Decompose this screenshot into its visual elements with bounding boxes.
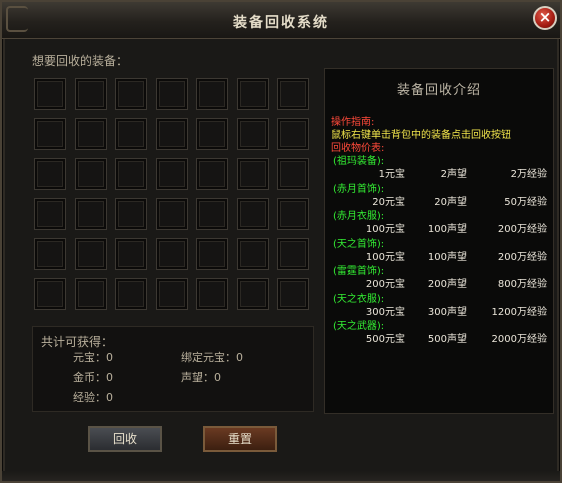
total-yuanbao: 元宝：0: [73, 349, 113, 365]
total-obtain-title: 共计可获得：: [41, 335, 114, 349]
equipment-slot[interactable]: [75, 78, 107, 110]
equipment-slot[interactable]: [156, 198, 188, 230]
price-yuanbao: 100元宝: [365, 224, 405, 235]
total-bound-yuanbao-label: 绑定元宝：: [181, 351, 236, 364]
price-yuanbao: 20元宝: [372, 196, 405, 208]
equipment-slot[interactable]: [75, 158, 107, 190]
equipment-slot[interactable]: [75, 118, 107, 150]
close-icon[interactable]: ×: [533, 6, 557, 30]
window-title: 装备回收系统: [233, 15, 329, 31]
total-yuanbao-value: 0: [106, 351, 113, 364]
price-yuanbao: 300元宝: [365, 306, 405, 318]
price-exp: 800万经验: [497, 279, 547, 290]
total-bound-yuanbao: 绑定元宝：0: [181, 349, 243, 365]
price-prestige: 20声望: [434, 196, 467, 208]
equipment-slot[interactable]: [115, 158, 147, 190]
total-gold-value: 0: [106, 371, 113, 384]
equipment-slot[interactable]: [156, 278, 188, 310]
price-prestige: 100声望: [427, 251, 467, 263]
recycle-button[interactable]: 回收: [88, 426, 162, 452]
total-gold-label: 金币：: [73, 371, 106, 384]
equipment-slot[interactable]: [156, 78, 188, 110]
equipment-slot[interactable]: [156, 118, 188, 150]
total-bound-yuanbao-value: 0: [236, 351, 243, 364]
equipment-slot[interactable]: [156, 238, 188, 270]
total-exp-label: 经验：: [73, 391, 106, 404]
equipment-slot[interactable]: [277, 198, 309, 230]
price-prestige: 200声望: [427, 279, 467, 290]
bottom-border-decoration: [2, 471, 560, 481]
equipment-slot[interactable]: [196, 78, 228, 110]
equipment-slot[interactable]: [34, 238, 66, 270]
equipment-slot[interactable]: [115, 278, 147, 310]
equipment-slot[interactable]: [277, 238, 309, 270]
equipment-slot[interactable]: [277, 78, 309, 110]
price-prestige: 100声望: [427, 224, 467, 235]
price-prestige: 500声望: [427, 334, 467, 345]
equipment-slot[interactable]: [277, 278, 309, 310]
equipment-slot[interactable]: [277, 118, 309, 150]
total-exp-value: 0: [106, 391, 113, 404]
equipment-to-recycle-label: 想要回收的装备：: [32, 54, 129, 68]
price-exp: 50万经验: [504, 196, 547, 208]
recycle-window: 装备回收系统 × 想要回收的装备： 共计可获得： 元宝：0 绑定元宝：0 金币：…: [0, 0, 562, 483]
price-exp: 2000万经验: [491, 334, 547, 345]
equipment-slot[interactable]: [34, 198, 66, 230]
total-yuanbao-label: 元宝：: [73, 351, 106, 364]
equipment-slot[interactable]: [34, 278, 66, 310]
equipment-slot[interactable]: [156, 158, 188, 190]
price-yuanbao: 200元宝: [365, 279, 405, 290]
total-prestige-label: 声望：: [181, 371, 214, 384]
price-yuanbao: 100元宝: [365, 251, 405, 263]
price-yuanbao: 1元宝: [378, 169, 405, 180]
price-exp: 200万经验: [497, 251, 547, 263]
price-prestige: 300声望: [427, 306, 467, 318]
equipment-slot[interactable]: [115, 118, 147, 150]
equipment-slot[interactable]: [34, 78, 66, 110]
equipment-slot[interactable]: [115, 78, 147, 110]
equipment-slot[interactable]: [196, 118, 228, 150]
total-exp: 经验：0: [73, 389, 113, 405]
recycle-intro-panel: 装备回收介绍 操作指南: 鼠标右键单击背包中的装备点击回收按钮 回收物价表: (…: [324, 68, 554, 414]
equipment-slot[interactable]: [75, 238, 107, 270]
equipment-slot[interactable]: [196, 158, 228, 190]
equipment-slot[interactable]: [34, 118, 66, 150]
title-bar[interactable]: 装备回收系统 ×: [2, 2, 560, 39]
equipment-slot[interactable]: [196, 198, 228, 230]
equipment-slot[interactable]: [237, 198, 269, 230]
equipment-slot[interactable]: [115, 238, 147, 270]
equipment-slot[interactable]: [34, 158, 66, 190]
equipment-slot-grid: [34, 78, 316, 316]
equipment-slot[interactable]: [237, 158, 269, 190]
price-prestige: 2声望: [440, 169, 467, 180]
equipment-slot[interactable]: [277, 158, 309, 190]
intro-title: 装备回收介绍: [396, 83, 481, 98]
equipment-slot[interactable]: [75, 198, 107, 230]
total-prestige: 声望：0: [181, 369, 221, 385]
equipment-slot[interactable]: [237, 78, 269, 110]
equipment-slot[interactable]: [196, 278, 228, 310]
price-yuanbao: 500元宝: [365, 334, 405, 345]
price-exp: 1200万经验: [491, 306, 547, 318]
reset-button[interactable]: 重置: [203, 426, 277, 452]
total-gold: 金币：0: [73, 369, 113, 385]
equipment-slot[interactable]: [237, 118, 269, 150]
equipment-slot[interactable]: [75, 278, 107, 310]
price-exp: 200万经验: [497, 224, 547, 235]
equipment-slot[interactable]: [237, 238, 269, 270]
price-exp: 2万经验: [510, 169, 547, 180]
equipment-slot[interactable]: [115, 198, 147, 230]
equipment-slot[interactable]: [237, 278, 269, 310]
total-obtain-panel: 共计可获得： 元宝：0 绑定元宝：0 金币：0 声望：0 经验：0: [32, 326, 314, 412]
price-category-name: (祖玛装备):: [333, 156, 385, 167]
equipment-slot[interactable]: [196, 238, 228, 270]
total-prestige-value: 0: [214, 371, 221, 384]
